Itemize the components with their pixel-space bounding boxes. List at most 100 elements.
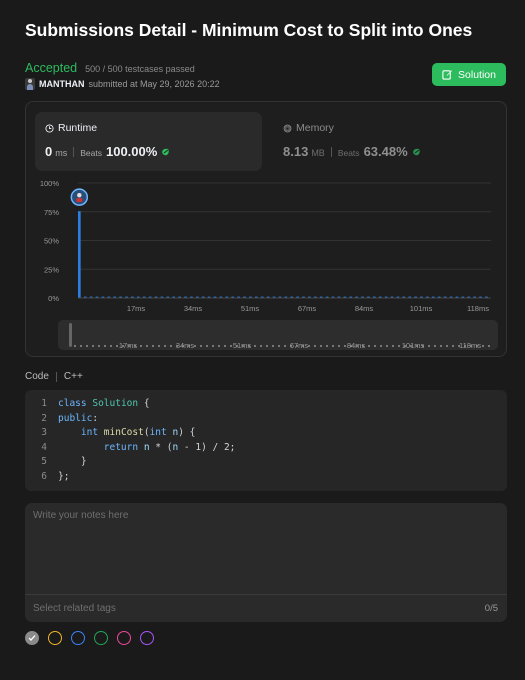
line-number: 5 xyxy=(41,456,47,467)
overview-bar xyxy=(446,345,448,347)
code-block[interactable]: 1 class Solution {2 public: 3 int minCost(i… xyxy=(25,390,507,491)
overview-bar xyxy=(266,345,268,347)
code-header: Code C++ xyxy=(25,371,83,382)
edit-icon xyxy=(442,70,453,80)
leaf-icon xyxy=(162,148,170,156)
language-label: C++ xyxy=(63,371,83,382)
overview-bar xyxy=(308,345,310,347)
overview-tick-label: 84ms xyxy=(347,341,366,350)
overview-bar xyxy=(86,345,88,347)
divider xyxy=(55,371,57,382)
testcases-passed: 500 / 500 testcases passed xyxy=(85,64,195,74)
code-line: 4 return n * (n - 1) / 2; xyxy=(25,442,235,456)
runtime-unit: ms xyxy=(55,148,68,158)
overview-bar xyxy=(488,345,490,347)
range-overview: 17ms 34ms 51ms 67ms 84ms 101ms 118ms xyxy=(74,341,490,350)
note-color-option[interactable] xyxy=(117,631,131,645)
code-text: class Solution { xyxy=(58,398,150,409)
overview-bar xyxy=(164,345,166,347)
overview-bar xyxy=(398,345,400,347)
avatar-body xyxy=(76,198,83,203)
avatar[interactable] xyxy=(25,78,35,90)
status-row: Accepted 500 / 500 testcases passed xyxy=(25,61,195,75)
memory-unit: MB xyxy=(311,148,325,158)
overview-bar xyxy=(200,345,202,347)
solution-button-label: Solution xyxy=(458,68,496,81)
overview-bar xyxy=(152,345,154,347)
overview-bar xyxy=(254,345,256,347)
code-text: int minCost(int n) { xyxy=(80,427,196,438)
memory-chip-icon xyxy=(283,124,292,132)
line-number: 2 xyxy=(41,412,47,424)
overview-bar xyxy=(440,345,442,347)
divider xyxy=(73,146,75,157)
x-tick-label: 101ms xyxy=(410,304,433,312)
tags-count: 0/5 xyxy=(484,603,498,614)
divider xyxy=(330,146,332,157)
memory-tab[interactable]: Memory 8.13 MB Beats 63.48% xyxy=(273,112,500,171)
line-number: 4 xyxy=(41,441,47,453)
overview-bar xyxy=(332,345,334,347)
overview-bar xyxy=(230,345,232,347)
overview-bar xyxy=(224,345,226,347)
notes-input[interactable] xyxy=(25,503,507,594)
y-tick-label: 0% xyxy=(48,294,59,303)
range-handle[interactable] xyxy=(69,323,72,347)
line-number: 3 xyxy=(41,427,47,438)
overview-bar xyxy=(278,345,280,347)
overview-bar xyxy=(314,345,316,347)
x-tick-label: 51ms xyxy=(241,304,260,312)
overview-bar xyxy=(272,345,274,347)
runtime-beats-label: Beats xyxy=(80,148,102,158)
divider xyxy=(25,594,507,595)
overview-bar xyxy=(92,345,94,347)
overview-tick-label: 67ms xyxy=(290,341,309,350)
runtime-tab[interactable]: Runtime 0 ms Beats 100.00% xyxy=(35,112,262,171)
overview-bar xyxy=(260,345,262,347)
overview-bar xyxy=(170,345,172,347)
note-color-selected[interactable] xyxy=(25,631,39,645)
runtime-label: Runtime xyxy=(58,122,98,134)
overview-bar xyxy=(482,345,484,347)
memory-header: Memory xyxy=(283,122,334,134)
runtime-value-row: 0 ms Beats 100.00% xyxy=(45,144,171,159)
y-tick-label: 75% xyxy=(44,208,59,217)
notes-panel: Select related tags 0/5 xyxy=(25,503,507,622)
x-tick-label: 118ms xyxy=(467,304,489,312)
note-color-option[interactable] xyxy=(71,631,85,645)
check-icon xyxy=(28,635,36,641)
overview-bar xyxy=(140,345,142,347)
memory-value-row: 8.13 MB Beats 63.48% xyxy=(283,144,422,159)
submitted-time: submitted at May 29, 2026 20:22 xyxy=(88,79,220,89)
x-tick-label: 67ms xyxy=(298,304,317,312)
note-color-picker xyxy=(25,631,154,645)
code-line: 5 } xyxy=(25,456,87,470)
solution-button[interactable]: Solution xyxy=(432,63,506,86)
overview-bar xyxy=(194,345,196,347)
note-color-option[interactable] xyxy=(94,631,108,645)
y-tick-label: 25% xyxy=(44,265,59,274)
chart-range-slider[interactable]: 17ms 34ms 51ms 67ms 84ms 101ms 118ms xyxy=(58,320,498,350)
overview-bar xyxy=(218,345,220,347)
tags-select[interactable]: Select related tags xyxy=(33,603,116,614)
code-line: 6}; xyxy=(25,471,69,485)
overview-tick-label: 118ms xyxy=(459,341,481,350)
code-text: public: xyxy=(58,412,99,424)
note-color-option[interactable] xyxy=(48,631,62,645)
memory-beats-label: Beats xyxy=(337,148,360,158)
username-link[interactable]: MANTHAN xyxy=(39,79,85,89)
y-tick-label: 50% xyxy=(44,237,59,246)
code-line: 1 class Solution { xyxy=(25,398,150,412)
overview-bar xyxy=(374,345,376,347)
code-text: } xyxy=(58,456,87,467)
overview-bar xyxy=(104,345,106,347)
line-number: 6 xyxy=(41,470,47,482)
overview-bar xyxy=(368,345,370,347)
note-color-option[interactable] xyxy=(140,631,154,645)
overview-tick-label: 17ms xyxy=(119,341,138,350)
runtime-distribution-chart: 100% 75% 50% 25% 0% 17ms 34ms 51ms 67ms 84ms 101ms… xyxy=(40,179,491,312)
chart-bar xyxy=(78,211,81,298)
overview-bar xyxy=(284,345,286,347)
avatar-head xyxy=(77,192,82,198)
overview-tick-label: 34ms xyxy=(176,341,195,350)
